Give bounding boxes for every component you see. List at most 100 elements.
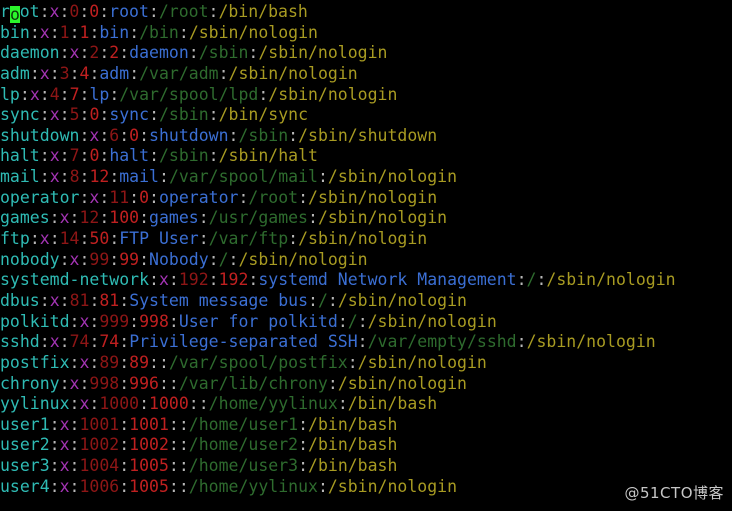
passwd-field-shell: /sbin/nologin — [228, 63, 358, 83]
field-separator: : — [149, 146, 159, 166]
passwd-entry-row: mail:x:8:12:mail:/var/spool/mail:/sbin/n… — [0, 167, 732, 188]
passwd-field-home: /home/yylinux — [208, 394, 338, 414]
passwd-field-uid: 5 — [69, 105, 80, 125]
passwd-field-username: systemd-network — [0, 270, 150, 290]
field-separator: : — [49, 63, 60, 83]
field-separator: : — [59, 332, 70, 352]
passwd-field-password: x — [69, 373, 80, 393]
passwd-field-shell: /bin/sync — [218, 105, 309, 125]
passwd-field-username: halt — [0, 146, 40, 166]
field-separator: : — [218, 63, 229, 83]
field-separator: : — [69, 456, 80, 476]
passwd-field-gid: 100 — [109, 208, 140, 228]
field-separator: : — [168, 476, 179, 496]
passwd-entry-row: ftp:x:14:50:FTP User:/var/ftp:/sbin/nolo… — [0, 229, 732, 250]
passwd-entry-row: shutdown:x:6:0:shutdown:/sbin:/sbin/shut… — [0, 126, 732, 147]
field-separator: : — [139, 208, 150, 228]
passwd-field-uid: 1001 — [79, 414, 120, 434]
passwd-field-gid: 0 — [89, 146, 100, 166]
passwd-field-username: chrony — [0, 373, 60, 393]
passwd-field-home: /var/empty/sshd — [367, 332, 517, 352]
passwd-field-home: /root — [158, 2, 209, 21]
field-separator: : — [357, 332, 368, 352]
field-separator: : — [327, 373, 338, 393]
passwd-field-gecos: sync — [109, 105, 150, 125]
terminal-screen[interactable]: root:x:0:0:root:/root:/bin/bash bin:x:1:1… — [0, 2, 732, 497]
passwd-field-uid: 0 — [69, 2, 80, 21]
passwd-field-gid: 81 — [99, 290, 120, 310]
field-separator: : — [129, 311, 140, 331]
field-separator: : — [79, 146, 90, 166]
passwd-field-gecos: Privilege-separated SSH — [129, 332, 358, 352]
passwd-field-shell: /sbin/nologin — [327, 476, 458, 496]
passwd-field-username: bin — [0, 22, 30, 42]
passwd-field-uid: 192 — [178, 270, 209, 290]
field-separator: : — [99, 146, 110, 166]
passwd-field-shell: /sbin/nologin — [367, 311, 497, 331]
field-separator: : — [79, 167, 90, 187]
passwd-field-home: / — [526, 270, 537, 290]
field-separator: : — [79, 373, 90, 393]
passwd-field-gecos: daemon — [129, 43, 189, 63]
field-separator: : — [228, 125, 239, 145]
passwd-field-home: /home/user3 — [188, 456, 299, 476]
field-separator: : — [119, 352, 130, 372]
passwd-field-password: x — [59, 208, 70, 228]
field-separator: : — [79, 105, 90, 125]
passwd-field-shell: /bin/bash — [308, 435, 398, 455]
field-separator: : — [49, 456, 60, 476]
passwd-field-password: x — [79, 352, 90, 372]
field-separator: : — [188, 394, 199, 414]
passwd-field-username: operator — [0, 187, 80, 207]
passwd-field-home: /var/spool/postfix — [168, 352, 348, 372]
passwd-field-home: /home/user1 — [188, 414, 299, 434]
passwd-field-shell: /bin/bash — [308, 456, 398, 476]
field-separator: : — [158, 352, 169, 372]
passwd-entry-row: sshd:x:74:74:Privilege-separated SSH:/va… — [0, 332, 732, 353]
passwd-field-home: / — [218, 249, 229, 269]
field-separator: : — [119, 456, 130, 476]
terminal-window[interactable]: root:x:0:0:root:/root:/bin/bash bin:x:1:1… — [0, 0, 732, 511]
field-separator: : — [208, 105, 219, 125]
field-separator: : — [298, 187, 309, 207]
field-separator: : — [168, 373, 179, 393]
field-separator: : — [208, 249, 219, 269]
passwd-field-gid: 1005 — [129, 476, 169, 496]
field-separator: : — [69, 311, 80, 331]
passwd-field-uid: 1006 — [79, 476, 120, 496]
field-separator: : — [298, 435, 309, 455]
passwd-field-gecos: root — [109, 2, 149, 21]
passwd-field-gecos: shutdown — [149, 125, 229, 145]
passwd-field-gid: 0 — [139, 187, 150, 207]
field-separator: : — [99, 2, 110, 21]
passwd-field-password: x — [49, 167, 60, 187]
passwd-field-username: games — [0, 208, 50, 228]
field-separator: : — [69, 208, 80, 228]
field-separator: : — [337, 394, 348, 414]
field-separator: : — [79, 43, 90, 63]
field-separator: : — [228, 249, 239, 269]
passwd-field-home: /var/adm — [139, 63, 219, 83]
field-separator: : — [59, 290, 70, 310]
passwd-field-shell: /sbin/nologin — [258, 43, 388, 63]
field-separator: : — [89, 332, 100, 352]
field-separator: : — [39, 290, 50, 310]
passwd-field-gecos: halt — [109, 146, 150, 166]
passwd-field-gecos: adm — [99, 63, 130, 83]
field-separator: : — [149, 270, 159, 290]
passwd-field-home: /root — [248, 187, 299, 207]
field-separator: : — [347, 352, 358, 372]
field-separator: : — [178, 22, 189, 42]
passwd-field-gecos: System message bus — [129, 290, 308, 310]
passwd-field-gid: 1002 — [129, 435, 169, 455]
passwd-entry-row: games:x:12:100:games:/usr/games:/sbin/no… — [0, 208, 732, 229]
passwd-field-password: x — [79, 311, 90, 331]
field-separator: : — [119, 435, 130, 455]
passwd-field-shell: /sbin/nologin — [357, 352, 487, 372]
field-separator: : — [59, 167, 70, 187]
passwd-field-shell: /sbin/nologin — [298, 229, 428, 249]
passwd-field-username: user3 — [0, 456, 50, 476]
field-separator: : — [59, 2, 70, 21]
passwd-field-password: x — [69, 249, 80, 269]
field-separator: : — [129, 63, 140, 83]
